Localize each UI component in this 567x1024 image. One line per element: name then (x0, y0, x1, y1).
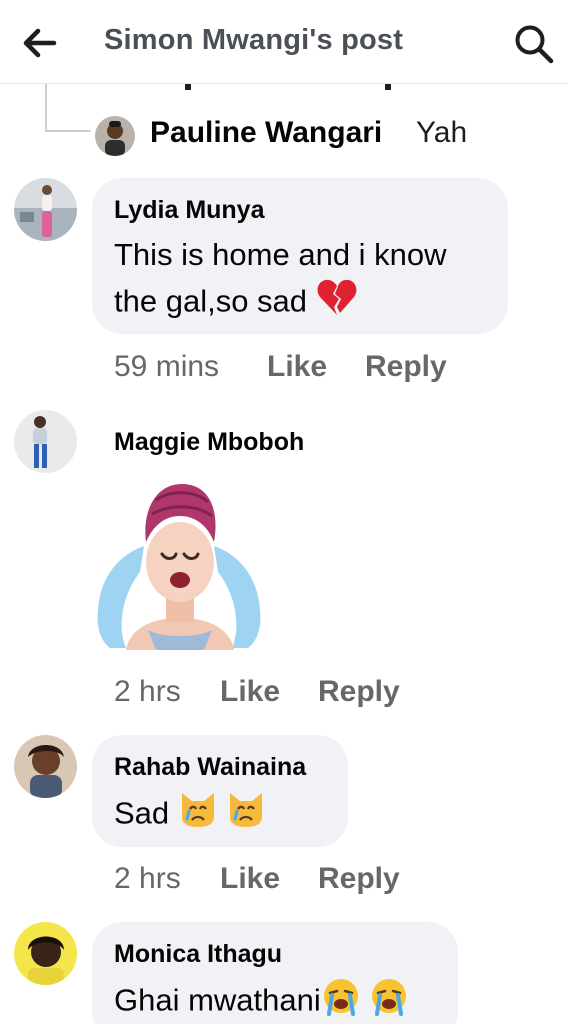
like-button[interactable]: Like (220, 675, 280, 709)
loudly-crying-face-icon (369, 976, 409, 1024)
avatar[interactable] (14, 178, 77, 241)
comment-meta: 2 hrs Like Reply (0, 675, 567, 715)
loudly-crying-face-icon (321, 976, 361, 1024)
comment-text: Sad (114, 789, 266, 842)
search-icon (515, 25, 554, 64)
page-title: Simon Mwangi's post (104, 24, 404, 56)
comment-author[interactable]: Lydia Munya (114, 196, 265, 225)
comment-text: the gal,so sad (114, 277, 358, 330)
top-bar: Simon Mwangi's post (0, 0, 567, 84)
reply-text: Yah (416, 116, 468, 149)
arrow-left-icon (23, 28, 57, 58)
crying-cat-icon (178, 789, 218, 842)
comment-text: This is home and i know (114, 237, 447, 272)
cut-text-mark (185, 84, 191, 90)
comment-meta: 2 hrs Like Reply (0, 862, 567, 902)
like-button[interactable]: Like (220, 862, 280, 896)
comment-time: 2 hrs (114, 675, 181, 708)
back-button[interactable] (18, 22, 60, 64)
reply-author[interactable]: Pauline Wangari (150, 116, 382, 150)
comment-time: 59 mins (114, 350, 220, 383)
avatar[interactable] (14, 922, 77, 985)
comment-text: Ghai mwathani (114, 976, 409, 1024)
reply-button[interactable]: Reply (318, 862, 400, 896)
like-button[interactable]: Like (267, 350, 327, 384)
comment-text-line: the gal,so sad (114, 283, 308, 319)
avatar[interactable] (14, 735, 77, 798)
comment-time: 2 hrs (114, 862, 181, 895)
comment-meta: 59 mins Like Reply (0, 350, 567, 390)
comment-text-line: Ghai mwathani (114, 982, 321, 1018)
reply-button[interactable]: Reply (365, 350, 447, 384)
comment-author[interactable]: Rahab Wainaina (114, 753, 306, 782)
comment-bubble: Monica Ithagu Ghai mwathani (92, 922, 458, 1024)
broken-heart-icon (316, 277, 358, 330)
comment-bubble: Lydia Munya This is home and i know the … (92, 178, 508, 334)
reply-button[interactable]: Reply (318, 675, 400, 709)
crying-woman-sticker[interactable] (96, 480, 264, 650)
avatar[interactable] (14, 410, 77, 473)
crying-cat-icon (226, 789, 266, 842)
comment-author[interactable]: Maggie Mboboh (114, 428, 304, 457)
cut-text-mark (385, 84, 391, 90)
avatar[interactable] (95, 116, 135, 156)
comment-bubble: Rahab Wainaina Sad (92, 735, 348, 847)
comment-text-line: Sad (114, 795, 170, 831)
thread-connector (45, 84, 47, 132)
comment-author[interactable]: Monica Ithagu (114, 940, 282, 969)
search-button[interactable] (512, 22, 556, 66)
thread-connector (45, 130, 91, 132)
